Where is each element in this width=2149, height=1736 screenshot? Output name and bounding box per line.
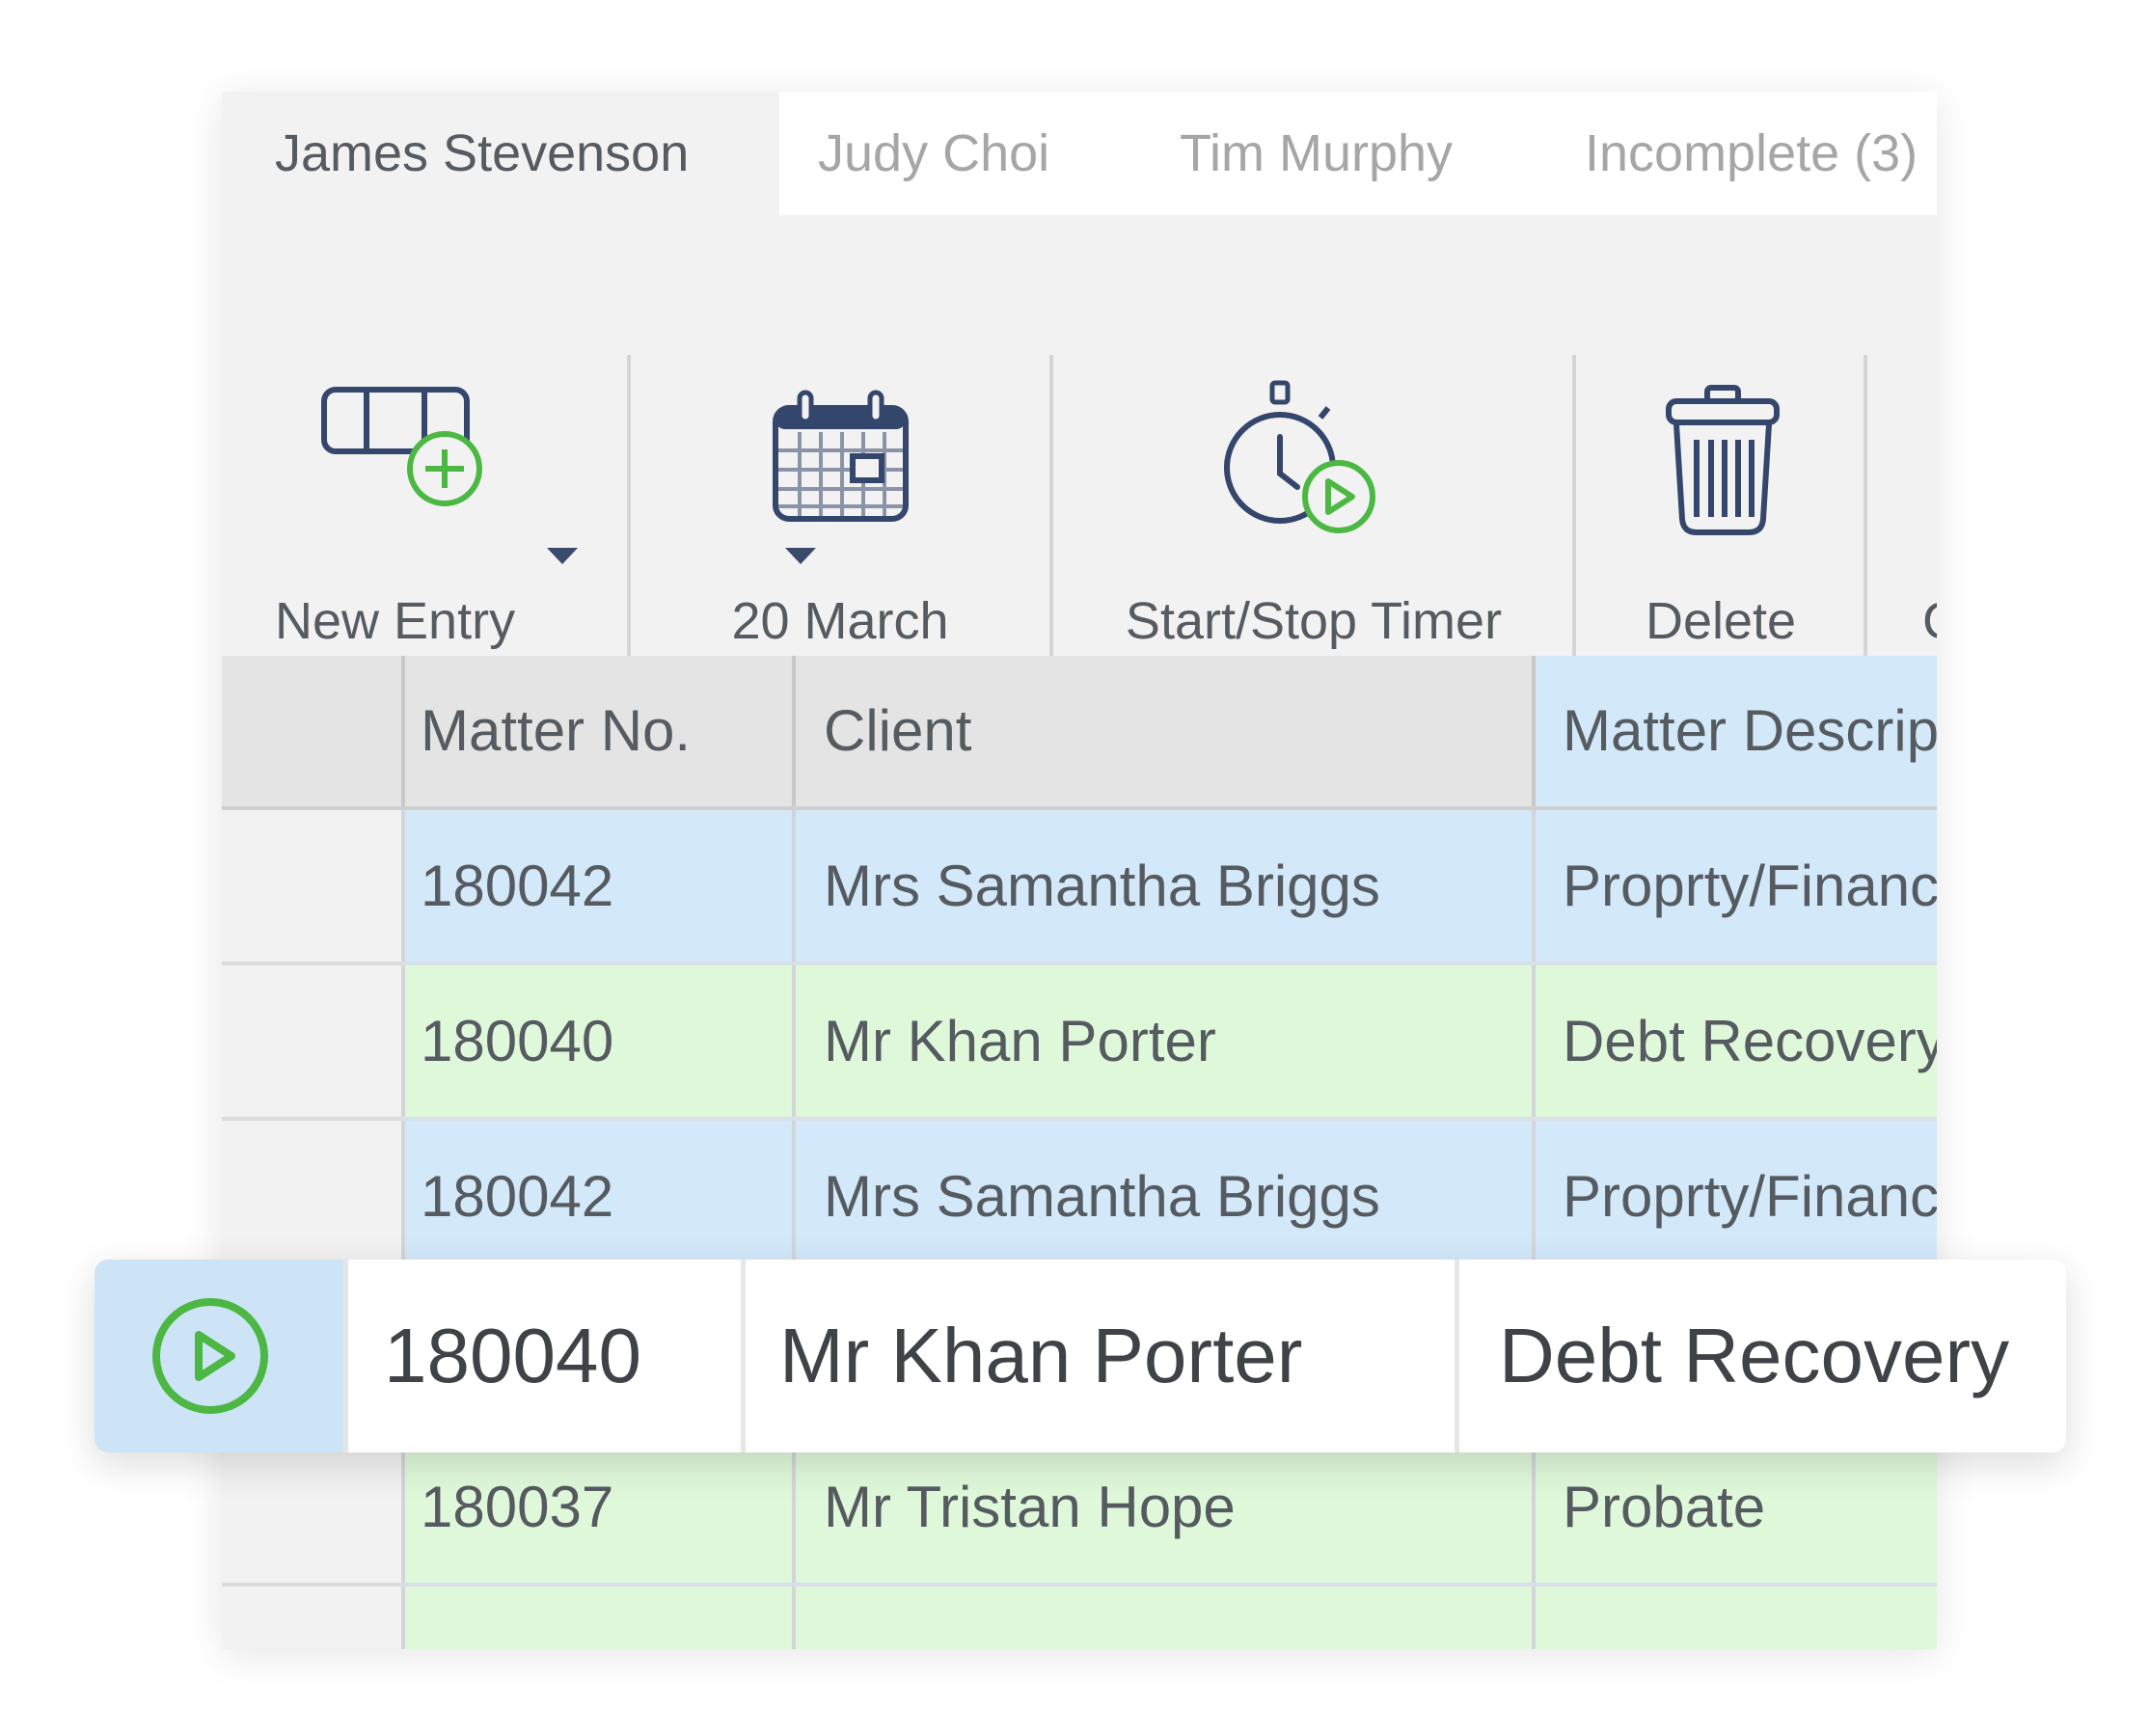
column-divider (343, 1260, 348, 1452)
active-description: Debt Recovery (1499, 1313, 2010, 1398)
table-row[interactable]: 180042 Mrs Samantha Briggs Proprty/Finan… (222, 1121, 1937, 1276)
start-stop-timer-label: Start/Stop Timer (1125, 592, 1503, 650)
toolbar-divider (1863, 355, 1867, 704)
toolbar-cutoff-label[interactable]: C (1922, 591, 1937, 651)
delete-label: Delete (1645, 592, 1797, 650)
row-selector[interactable] (222, 1587, 401, 1649)
column-divider (792, 1431, 796, 1583)
column-divider (1532, 1587, 1536, 1649)
date-dropdown-caret[interactable] (785, 548, 816, 564)
column-divider (1532, 810, 1536, 962)
column-divider (1532, 965, 1536, 1117)
matter-no-cell[interactable]: 180040 (421, 965, 613, 1117)
column-divider (401, 1587, 405, 1649)
tab-incomplete[interactable]: Incomplete (3) (1585, 92, 1918, 215)
active-matter-no: 180040 (384, 1313, 641, 1398)
tab-james-stevenson[interactable]: James Stevenson (222, 92, 779, 215)
matter-no-cell[interactable]: 180042 (421, 1121, 613, 1272)
client-cell[interactable]: Mrs Samantha Briggs (824, 810, 1380, 962)
tab-bar: James Stevenson Judy Choi Tim Murphy Inc… (222, 92, 1937, 215)
column-divider (401, 810, 405, 962)
column-divider (401, 965, 405, 1117)
matter-no-cell[interactable]: 180042 (421, 810, 613, 962)
column-divider (401, 656, 405, 806)
date-label: 20 March (731, 592, 949, 650)
client-cell[interactable]: Mrs Samantha Briggs (824, 1121, 1380, 1272)
active-client: Mr Khan Porter (779, 1313, 1303, 1398)
row-selector[interactable] (222, 810, 401, 965)
column-header-client[interactable]: Client (824, 656, 971, 806)
row-selector[interactable] (222, 1431, 401, 1587)
column-divider (1532, 1431, 1536, 1583)
new-entry-dropdown-caret[interactable] (547, 548, 578, 564)
column-header-matter-description[interactable]: Matter Descrip (1536, 656, 1937, 806)
column-divider (401, 1431, 405, 1583)
new-entry-icon (321, 387, 482, 506)
description-cell[interactable]: Proprty/Financ (1563, 810, 1937, 962)
matter-no-cell[interactable]: 180037 (421, 1431, 613, 1583)
table-header: Matter No. Client Matter Descrip (222, 656, 1937, 810)
row-cells: 180042 Mrs Samantha Briggs Proprty/Finan… (401, 810, 1937, 965)
column-divider (401, 1121, 405, 1272)
play-circle-icon (152, 1298, 268, 1414)
column-divider (792, 965, 796, 1117)
table-row[interactable]: 180040 Mr Khan Porter Debt Recovery (222, 965, 1937, 1121)
description-cell[interactable]: Debt Recovery (1563, 965, 1937, 1117)
tab-judy-choi[interactable]: Judy Choi (818, 92, 1049, 215)
row-cells: 180040 Mr Khan Porter Debt Recovery (401, 965, 1937, 1121)
matters-table: Matter No. Client Matter Descrip 180042 … (222, 656, 1937, 1649)
column-divider (1532, 1121, 1536, 1272)
column-divider (1455, 1260, 1459, 1452)
play-timer-button[interactable] (95, 1260, 347, 1452)
column-divider (741, 1260, 746, 1452)
table-row[interactable] (222, 1587, 1937, 1649)
table-row[interactable]: 180037 Mr Tristan Hope Probate (222, 1431, 1937, 1587)
active-timer-row[interactable]: 180040 Mr Khan Porter Debt Recovery (95, 1260, 2066, 1452)
column-divider (792, 810, 796, 962)
column-header-matter-no[interactable]: Matter No. (421, 656, 691, 806)
description-cell[interactable]: Probate (1563, 1431, 1765, 1583)
row-cells: 180037 Mr Tristan Hope Probate (401, 1431, 1937, 1587)
description-cell[interactable]: Proprty/Financ (1563, 1121, 1937, 1272)
calendar-icon (773, 390, 909, 522)
row-selector[interactable] (222, 965, 401, 1121)
row-selector[interactable] (222, 1121, 401, 1276)
column-divider (792, 1587, 796, 1649)
tab-tim-murphy[interactable]: Tim Murphy (1180, 92, 1453, 215)
row-cells: 180042 Mrs Samantha Briggs Proprty/Finan… (401, 1121, 1937, 1276)
client-cell[interactable]: Mr Tristan Hope (824, 1431, 1236, 1583)
column-divider (792, 656, 796, 806)
new-entry-label: New Entry (275, 592, 516, 650)
table-row[interactable]: 180042 Mrs Samantha Briggs Proprty/Finan… (222, 810, 1937, 965)
stopwatch-play-icon (1224, 380, 1375, 533)
client-cell[interactable]: Mr Khan Porter (824, 965, 1216, 1117)
trash-icon (1666, 385, 1780, 535)
row-cells (401, 1587, 1937, 1649)
column-divider (792, 1121, 796, 1272)
